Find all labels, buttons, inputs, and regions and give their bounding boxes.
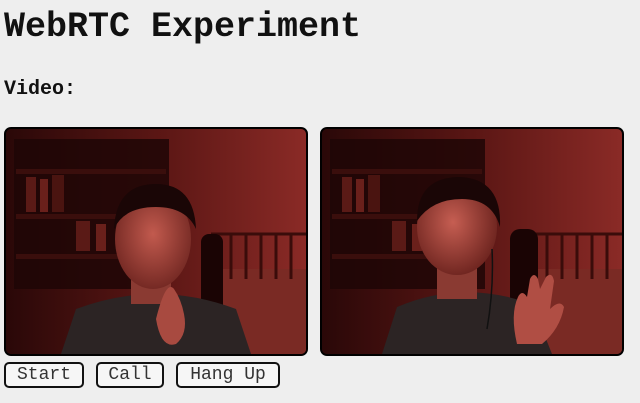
- video-section-label: Video:: [4, 78, 77, 101]
- remote-video: [320, 127, 624, 356]
- hang-up-button[interactable]: Hang Up: [176, 362, 280, 388]
- start-button[interactable]: Start: [4, 362, 84, 388]
- remote-video-frame: [322, 129, 622, 354]
- call-button[interactable]: Call: [96, 362, 164, 388]
- page-title: WebRTC Experiment: [4, 7, 362, 47]
- local-video: [4, 127, 308, 356]
- local-video-frame: [6, 129, 306, 354]
- page: WebRTC Experiment Video: Start Call Hang…: [0, 0, 640, 403]
